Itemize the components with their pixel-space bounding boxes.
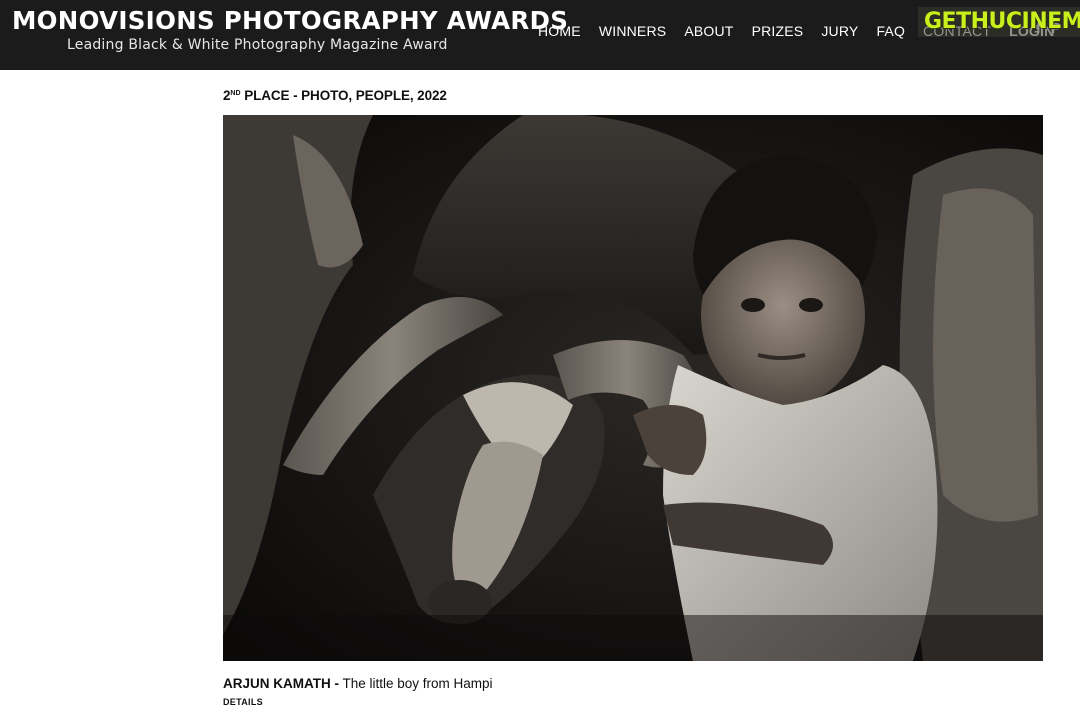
nav-faq[interactable]: FAQ xyxy=(867,21,914,41)
site-header: MONOVISIONS PHOTOGRAPHY AWARDS Leading B… xyxy=(0,0,1080,70)
place-suffix: ND xyxy=(230,90,241,97)
watermark-text: GETHUCINEMA xyxy=(924,9,1080,34)
nav-winners[interactable]: WINNERS xyxy=(590,21,676,41)
photograph-boy-with-ram xyxy=(223,115,1043,661)
photo-credit: ARJUN KAMATH - The little boy from Hampi xyxy=(223,676,493,691)
nav-home[interactable]: HOME xyxy=(529,21,590,41)
nav-prizes[interactable]: PRIZES xyxy=(743,21,813,41)
nav-jury[interactable]: JURY xyxy=(812,21,867,41)
photo-title: The little boy from Hampi xyxy=(339,676,493,691)
place-category: PLACE - PHOTO, PEOPLE, 2022 xyxy=(240,88,447,103)
details-link[interactable]: DETAILS xyxy=(223,697,263,707)
winning-photo[interactable] xyxy=(223,115,1043,661)
award-heading: 2ND PLACE - PHOTO, PEOPLE, 2022 xyxy=(223,88,447,103)
site-tagline: Leading Black & White Photography Magazi… xyxy=(67,37,448,53)
site-title[interactable]: MONOVISIONS PHOTOGRAPHY AWARDS xyxy=(12,6,568,35)
nav-about[interactable]: ABOUT xyxy=(675,21,742,41)
photographer-name[interactable]: ARJUN KAMATH - xyxy=(223,676,339,691)
watermark: GETHUCINEMA xyxy=(918,7,1080,37)
